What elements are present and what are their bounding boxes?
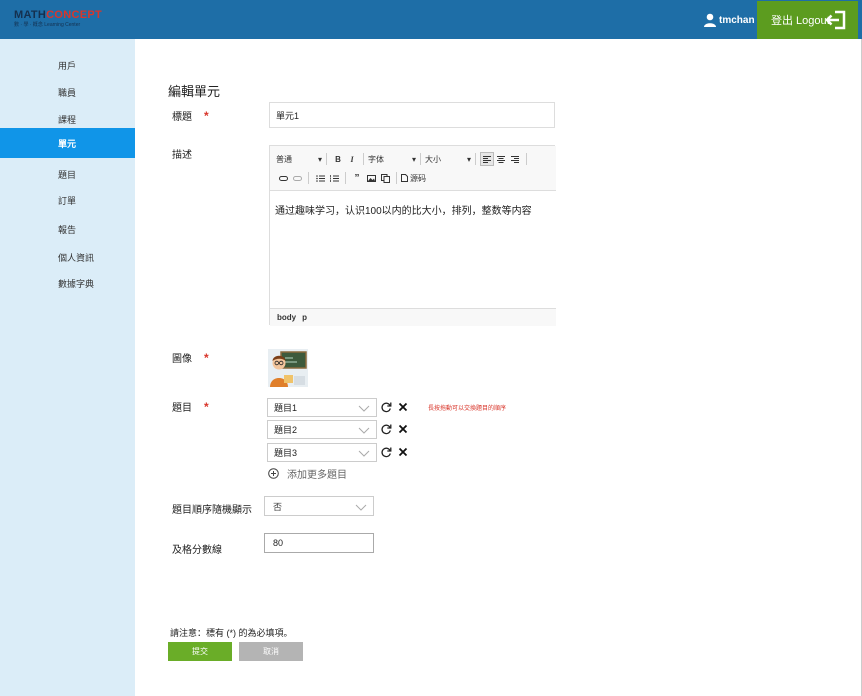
size-select[interactable]: 大小 ▾ [425, 154, 471, 165]
submit-button[interactable]: 提交 [168, 642, 232, 661]
sidebar-item-label: 職員 [58, 87, 77, 98]
title-input[interactable]: 單元1 [269, 102, 555, 128]
bulleted-list-icon[interactable] [313, 171, 327, 185]
align-left-icon[interactable] [480, 152, 494, 166]
sidebar-item-orders[interactable]: 訂單 [0, 185, 135, 215]
logout-label: 登出 Logout [771, 15, 830, 27]
path-body[interactable]: body [277, 313, 296, 322]
pass-score-input[interactable]: 80 [264, 533, 374, 553]
chevron-down-icon [358, 405, 370, 412]
toolbar-row-2: ” 源码 [276, 170, 426, 186]
top-bar: MATHCONCEPT 數 · 學 · 概念 Learning Center t… [0, 0, 862, 39]
cancel-button[interactable]: 取消 [239, 642, 303, 661]
title-label: 標題 * [172, 109, 209, 123]
questions-label: 題目 * [172, 400, 209, 414]
editor-path-bar: body p [270, 308, 556, 326]
sidebar-item-data-dictionary[interactable]: 數據字典 [0, 268, 135, 298]
font-select[interactable]: 字体 ▾ [368, 154, 416, 165]
logout-button[interactable]: 登出 Logout [757, 1, 858, 39]
page-title: 編輯單元 [168, 84, 221, 99]
logo-text-math: MATH [14, 9, 47, 21]
random-order-label: 題目順序隨機顯示 [172, 505, 252, 516]
chevron-down-icon [358, 427, 370, 434]
sidebar-item-label: 數據字典 [58, 278, 95, 289]
refresh-icon[interactable] [380, 401, 392, 413]
caret-icon: ▾ [411, 154, 416, 164]
editor-content[interactable]: 通过趣味学习，认识100以内的比大小，排列，整数等内容 [275, 202, 532, 217]
sidebar-item-label: 課程 [58, 114, 77, 125]
user-menu[interactable]: tmchan [703, 11, 755, 29]
add-circle-icon [268, 468, 279, 479]
close-icon[interactable] [398, 402, 408, 412]
username: tmchan [719, 14, 755, 26]
sidebar-item-label: 報告 [58, 224, 77, 235]
source-icon [401, 174, 408, 182]
sidebar-item-units[interactable]: 單元 [0, 128, 135, 158]
align-center-icon[interactable] [494, 152, 508, 166]
sidebar-item-label: 單元 [58, 138, 77, 149]
logout-icon [826, 10, 846, 30]
required-mark: * [204, 109, 209, 123]
chevron-down-icon [358, 450, 370, 457]
source-button[interactable]: 源码 [401, 173, 426, 184]
rich-text-editor: 普通 ▾ B I 字体 ▾ 大小 ▾ ” 源码 通过趣味学习，认识100以内的比… [269, 145, 556, 326]
close-icon[interactable] [398, 447, 408, 457]
add-more-questions-button[interactable]: 添加更多題目 [268, 466, 347, 481]
caret-icon: ▾ [317, 154, 322, 164]
math-concept-logo[interactable]: MATHCONCEPT 數 · 學 · 概念 Learning Center [14, 10, 104, 32]
format-select[interactable]: 普通 ▾ [276, 154, 322, 165]
chevron-down-icon [355, 504, 367, 511]
path-p[interactable]: p [302, 313, 307, 322]
italic-button[interactable]: I [345, 152, 359, 166]
image-label: 圖像 * [172, 351, 209, 365]
main-content: 編輯單元 標題 * 單元1 描述 普通 ▾ B I 字体 ▾ 大小 ▾ ” 源码… [135, 39, 862, 696]
required-mark: * [204, 351, 209, 365]
copy-icon[interactable] [378, 171, 392, 185]
logo-subtitle: 數 · 學 · 概念 Learning Center [14, 22, 81, 28]
sidebar-item-label: 個人資訊 [58, 252, 95, 263]
unit-image-thumbnail[interactable] [268, 349, 308, 387]
sidebar: 用戶 職員 課程 單元 題目 訂單 報告 個人資訊 數據字典 [0, 39, 135, 696]
required-note: 請注意：標有 (*) 的為必填項。 [170, 628, 293, 638]
user-icon [704, 13, 716, 27]
pass-score-label: 及格分數線 [172, 545, 222, 556]
link-icon[interactable] [276, 171, 290, 185]
numbered-list-icon[interactable] [327, 171, 341, 185]
bold-button[interactable]: B [331, 152, 345, 166]
align-right-icon[interactable] [508, 152, 522, 166]
question-select[interactable]: 題目2 [267, 420, 377, 439]
close-icon[interactable] [398, 424, 408, 434]
sidebar-item-users[interactable]: 用戶 [0, 50, 135, 80]
sidebar-item-label: 題目 [58, 169, 77, 180]
toolbar-row-1: 普通 ▾ B I 字体 ▾ 大小 ▾ [276, 151, 531, 167]
question-select[interactable]: 題目1 [267, 398, 377, 417]
sidebar-item-staff[interactable]: 職員 [0, 77, 135, 107]
add-more-label: 添加更多題目 [287, 470, 347, 481]
description-label: 描述 [172, 150, 192, 161]
sidebar-item-reports[interactable]: 報告 [0, 214, 135, 244]
required-mark: * [204, 400, 209, 414]
drag-hint: 長按拖動可以交換題目的順序 [428, 406, 507, 412]
unlink-icon[interactable] [290, 171, 304, 185]
sidebar-item-label: 用戶 [58, 60, 77, 71]
refresh-icon[interactable] [380, 446, 392, 458]
random-order-select[interactable]: 否 [264, 496, 374, 516]
question-select[interactable]: 題目3 [267, 443, 377, 462]
blockquote-icon[interactable]: ” [350, 171, 364, 185]
image-icon[interactable] [364, 171, 378, 185]
refresh-icon[interactable] [380, 423, 392, 435]
logo-text-concept: CONCEPT [46, 9, 103, 21]
editor-toolbar: 普通 ▾ B I 字体 ▾ 大小 ▾ ” 源码 [270, 146, 556, 191]
caret-icon: ▾ [466, 154, 471, 164]
sidebar-item-label: 訂單 [58, 195, 77, 206]
